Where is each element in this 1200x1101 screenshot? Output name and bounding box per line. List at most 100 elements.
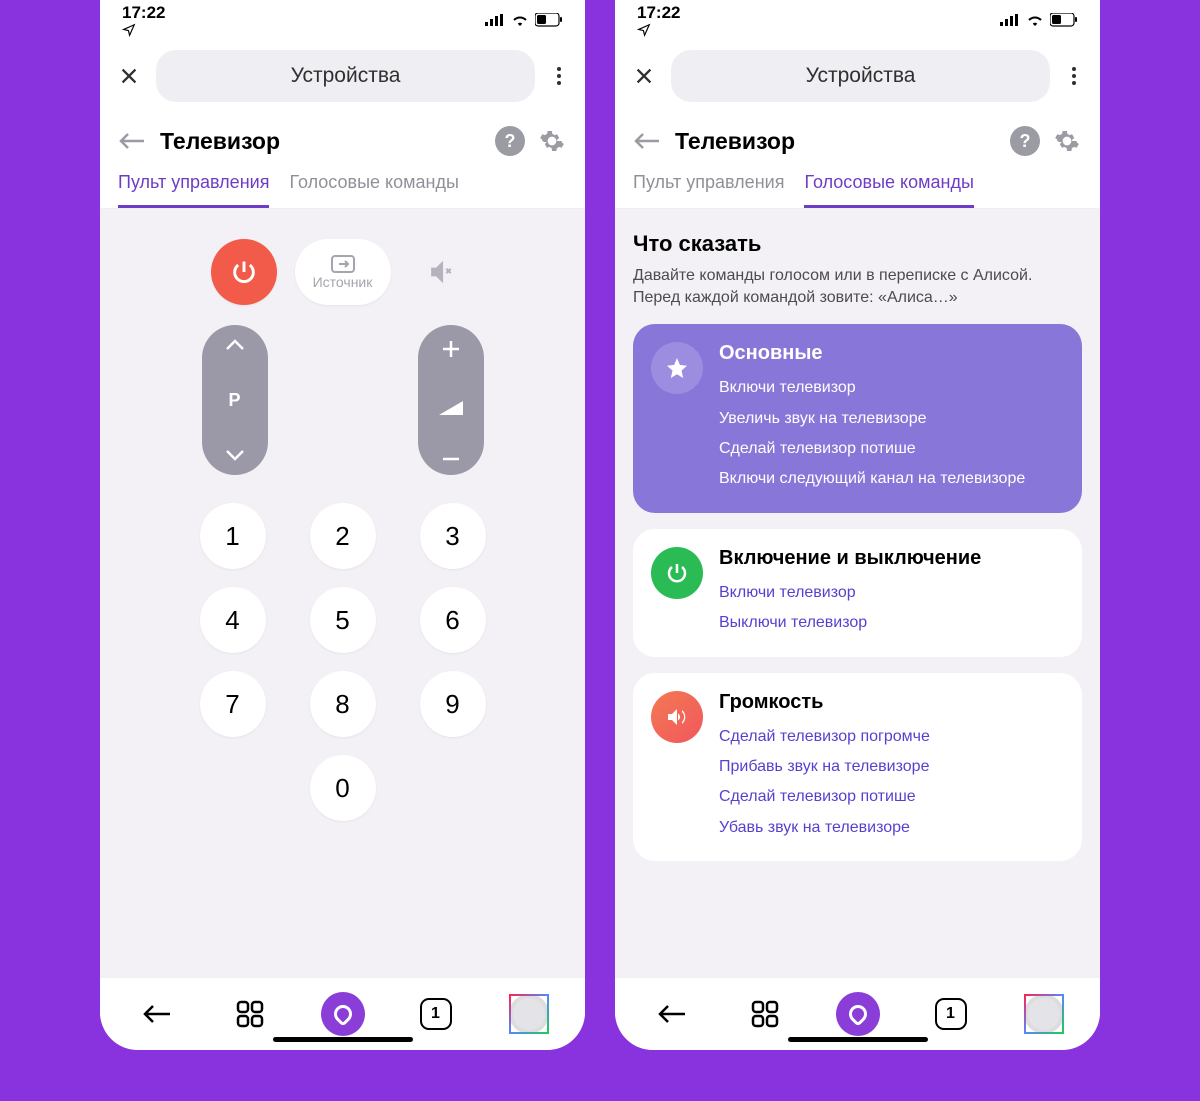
gear-icon (1054, 128, 1080, 154)
key-1[interactable]: 1 (200, 503, 266, 569)
sub-header: Телевизор ? (615, 116, 1100, 160)
power-icon (651, 547, 703, 599)
close-icon (118, 65, 140, 87)
nav-tabs[interactable]: 1 (929, 992, 973, 1036)
nav-profile[interactable] (507, 992, 551, 1036)
home-indicator[interactable] (273, 1037, 413, 1042)
avatar-icon (509, 994, 549, 1034)
key-8[interactable]: 8 (310, 671, 376, 737)
key-3[interactable]: 3 (420, 503, 486, 569)
mute-button[interactable] (409, 239, 475, 305)
settings-button[interactable] (1054, 128, 1082, 154)
volume-down[interactable] (441, 457, 461, 461)
home-indicator[interactable] (788, 1037, 928, 1042)
close-button[interactable] (631, 63, 657, 89)
cmd: Выключи телевизор (719, 608, 1064, 638)
voice-content: Что сказать Давайте команды голосом или … (615, 209, 1100, 978)
cmd: Сделай телевизор потише (719, 782, 1064, 812)
volume-rocker (418, 325, 484, 475)
sub-header: Телевизор ? (100, 116, 585, 160)
source-icon (330, 254, 356, 274)
keypad: 1 2 3 4 5 6 7 8 9 0 (100, 489, 585, 841)
tab-remote[interactable]: Пульт управления (633, 172, 784, 208)
tabs: Пульт управления Голосовые команды (100, 160, 585, 209)
star-icon (651, 342, 703, 394)
tab-remote[interactable]: Пульт управления (118, 172, 269, 208)
cmd: Прибавь звук на телевизоре (719, 752, 1064, 782)
cmd: Увеличь звук на телевизоре (719, 404, 1064, 434)
volume-ramp-icon (439, 401, 463, 415)
more-button[interactable] (1064, 67, 1084, 85)
cmd: Включи телевизор (719, 373, 1064, 403)
cmd: Сделай телевизор погромче (719, 722, 1064, 752)
key-6[interactable]: 6 (420, 587, 486, 653)
key-7[interactable]: 7 (200, 671, 266, 737)
help-button[interactable]: ? (1010, 126, 1040, 156)
phone-left: 17:22 Устройства Телевизор ? Пульт управ… (100, 0, 585, 1050)
alice-icon (330, 1001, 355, 1026)
nav-back[interactable] (135, 992, 179, 1036)
arrow-left-icon (657, 1004, 687, 1024)
key-2[interactable]: 2 (310, 503, 376, 569)
nav-alice[interactable] (836, 992, 880, 1036)
settings-button[interactable] (539, 128, 567, 154)
status-time: 17:22 (122, 3, 165, 37)
tab-voice[interactable]: Голосовые команды (289, 172, 458, 208)
back-button[interactable] (118, 131, 146, 151)
cmd: Убавь звук на телевизоре (719, 813, 1064, 843)
key-5[interactable]: 5 (310, 587, 376, 653)
tab-voice[interactable]: Голосовые команды (804, 172, 973, 208)
devices-chip[interactable]: Устройства (671, 50, 1050, 102)
channel-rocker: P (202, 325, 268, 475)
cmd: Включи следующий канал на телевизоре (719, 464, 1064, 494)
back-button[interactable] (633, 131, 661, 151)
mute-icon (429, 259, 455, 285)
status-right (1000, 13, 1078, 27)
wifi-icon (1026, 14, 1044, 26)
channel-up[interactable] (225, 339, 245, 351)
card-main[interactable]: Основные Включи телевизор Увеличь звук н… (633, 324, 1082, 513)
signal-icon (1000, 14, 1020, 26)
nav-profile[interactable] (1022, 992, 1066, 1036)
nav-apps[interactable] (228, 992, 272, 1036)
voice-desc: Давайте команды голосом или в переписке … (633, 265, 1082, 324)
tab-count: 1 (935, 998, 967, 1030)
top-bar: Устройства (615, 40, 1100, 116)
nav-tabs[interactable]: 1 (414, 992, 458, 1036)
devices-chip[interactable]: Устройства (156, 50, 535, 102)
phone-right: 17:22 Устройства Телевизор ? Пульт управ… (615, 0, 1100, 1050)
status-time: 17:22 (637, 3, 680, 37)
device-title: Телевизор (160, 128, 481, 155)
power-icon (230, 258, 258, 286)
close-button[interactable] (116, 63, 142, 89)
channel-label: P (228, 390, 240, 411)
cmd: Включи телевизор (719, 578, 1064, 608)
source-button[interactable]: Источник (295, 239, 391, 305)
location-icon (122, 23, 136, 37)
nav-apps[interactable] (743, 992, 787, 1036)
gear-icon (539, 128, 565, 154)
chevron-up-icon (225, 339, 245, 351)
more-button[interactable] (549, 67, 569, 85)
help-button[interactable]: ? (495, 126, 525, 156)
tabs: Пульт управления Голосовые команды (615, 160, 1100, 209)
card-title: Громкость (719, 691, 1064, 714)
card-title: Основные (719, 342, 1064, 365)
channel-down[interactable] (225, 449, 245, 461)
power-button[interactable] (211, 239, 277, 305)
signal-icon (485, 14, 505, 26)
plus-icon (441, 339, 461, 359)
wifi-icon (511, 14, 529, 26)
source-label: Источник (313, 274, 373, 290)
alice-icon (845, 1001, 870, 1026)
key-0[interactable]: 0 (310, 755, 376, 821)
nav-back[interactable] (650, 992, 694, 1036)
key-4[interactable]: 4 (200, 587, 266, 653)
card-volume[interactable]: Громкость Сделай телевизор погромче Приб… (633, 673, 1082, 862)
nav-alice[interactable] (321, 992, 365, 1036)
volume-up[interactable] (441, 339, 461, 359)
card-power[interactable]: Включение и выключение Включи телевизор … (633, 529, 1082, 657)
key-9[interactable]: 9 (420, 671, 486, 737)
tab-count: 1 (420, 998, 452, 1030)
apps-icon (751, 1000, 779, 1028)
